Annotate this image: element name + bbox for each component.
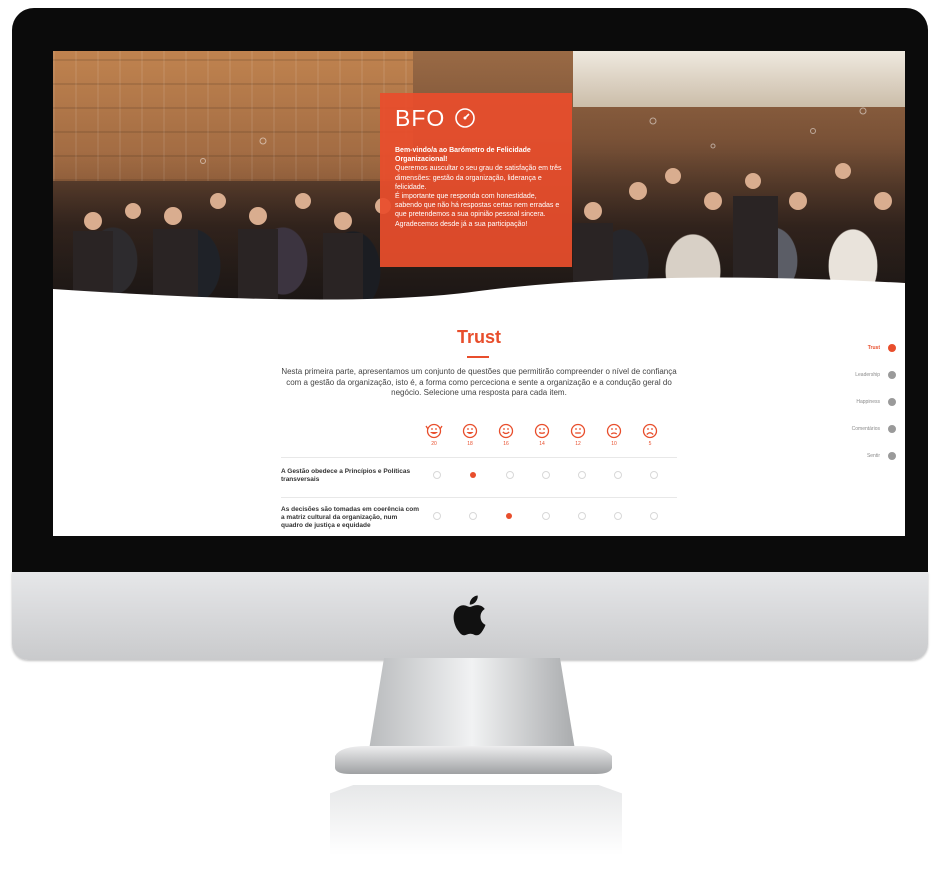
scale-option-10: 10	[602, 423, 626, 447]
smiling-face-icon	[498, 423, 514, 439]
nav-label: Trust	[867, 345, 880, 351]
scale-option-18: 18	[458, 423, 482, 447]
nav-item-sentir[interactable]: Sentir	[788, 451, 898, 463]
answer-radio[interactable]	[506, 471, 514, 479]
screen: BFO Bem-vindo/a ao Barómetro de Felicida…	[53, 51, 905, 536]
monitor-stand	[335, 658, 612, 774]
slight-smile-face-icon	[534, 423, 550, 439]
title-underline	[467, 356, 489, 358]
question-row: As decisões são tomadas em coerência com…	[281, 497, 677, 536]
nav-dot	[888, 398, 896, 406]
ecstatic-face-icon	[425, 423, 443, 439]
intro-line-3: Agradecemos desde já a sua participação!	[395, 220, 528, 228]
section-title: Trust	[456, 327, 501, 347]
answer-radio-selected[interactable]	[470, 472, 476, 478]
sad-face-icon	[642, 423, 658, 439]
neutral-face-icon	[570, 423, 586, 439]
answer-radio[interactable]	[650, 512, 658, 520]
scale-option-5: 5	[638, 423, 662, 447]
intro-heading: Bem-vindo/a ao Barómetro de Felicidade O…	[395, 147, 531, 164]
section-description: Nesta primeira parte, apresentamos um co…	[281, 367, 677, 398]
scale-score: 14	[539, 441, 545, 447]
scale-score: 20	[431, 441, 437, 447]
answer-radio[interactable]	[542, 512, 550, 520]
answer-radio-selected[interactable]	[506, 513, 512, 519]
intro-text: Bem-vindo/a ao Barómetro de Felicidade O…	[395, 146, 565, 229]
scale-score: 18	[467, 441, 473, 447]
nav-item-happiness[interactable]: Happiness	[788, 397, 898, 409]
brand-title: BFO	[395, 105, 446, 131]
scale-option-20: 20	[422, 423, 446, 447]
question-row: A Gestão obedece a Princípios e Política…	[281, 457, 677, 498]
scale-option-16: 16	[494, 423, 518, 447]
nav-label: Comentários	[851, 426, 880, 432]
gauge-icon	[455, 108, 475, 128]
scale-score: 10	[611, 441, 617, 447]
nav-label: Happiness	[856, 399, 880, 405]
answer-radio[interactable]	[433, 512, 441, 520]
nav-dot	[888, 371, 896, 379]
nav-dot	[888, 344, 896, 352]
answer-radio[interactable]	[614, 512, 622, 520]
intro-line-1: Queremos auscultar o seu grau de satisfa…	[395, 165, 562, 191]
nav-dot	[888, 452, 896, 460]
hero-photo: BFO Bem-vindo/a ao Barómetro de Felicida…	[53, 51, 905, 301]
nav-label: Leadership	[855, 372, 880, 378]
nav-label: Sentir	[866, 453, 880, 459]
rating-scale: 20 18 16 14 12 10 5	[422, 423, 662, 455]
intro-panel: BFO Bem-vindo/a ao Barómetro de Felicida…	[380, 93, 572, 267]
nav-item-trust[interactable]: Trust	[788, 343, 898, 355]
answer-radio[interactable]	[542, 471, 550, 479]
answer-radio[interactable]	[433, 471, 441, 479]
answer-radio[interactable]	[614, 471, 622, 479]
answer-radio[interactable]	[650, 471, 658, 479]
nav-item-leadership[interactable]: Leadership	[788, 370, 898, 382]
apple-logo-icon	[453, 595, 486, 636]
scale-option-12: 12	[566, 423, 590, 447]
hero-bottom-curve	[53, 277, 905, 301]
answer-radio[interactable]	[578, 512, 586, 520]
frowning-face-icon	[606, 423, 622, 439]
grinning-face-icon	[462, 423, 478, 439]
stand-reflection	[330, 785, 622, 855]
intro-line-2: É importante que responda com honestidad…	[395, 193, 560, 219]
scale-option-14: 14	[530, 423, 554, 447]
nav-dot	[888, 425, 896, 433]
nav-item-comentarios[interactable]: Comentários	[788, 424, 898, 436]
scale-score: 12	[575, 441, 581, 447]
scale-score: 16	[503, 441, 509, 447]
question-label: As decisões são tomadas em coerência com…	[281, 506, 420, 529]
question-label: A Gestão obedece a Princípios e Política…	[281, 468, 411, 483]
answer-radio[interactable]	[578, 471, 586, 479]
scale-score: 5	[648, 441, 652, 447]
answer-radio[interactable]	[469, 512, 477, 520]
